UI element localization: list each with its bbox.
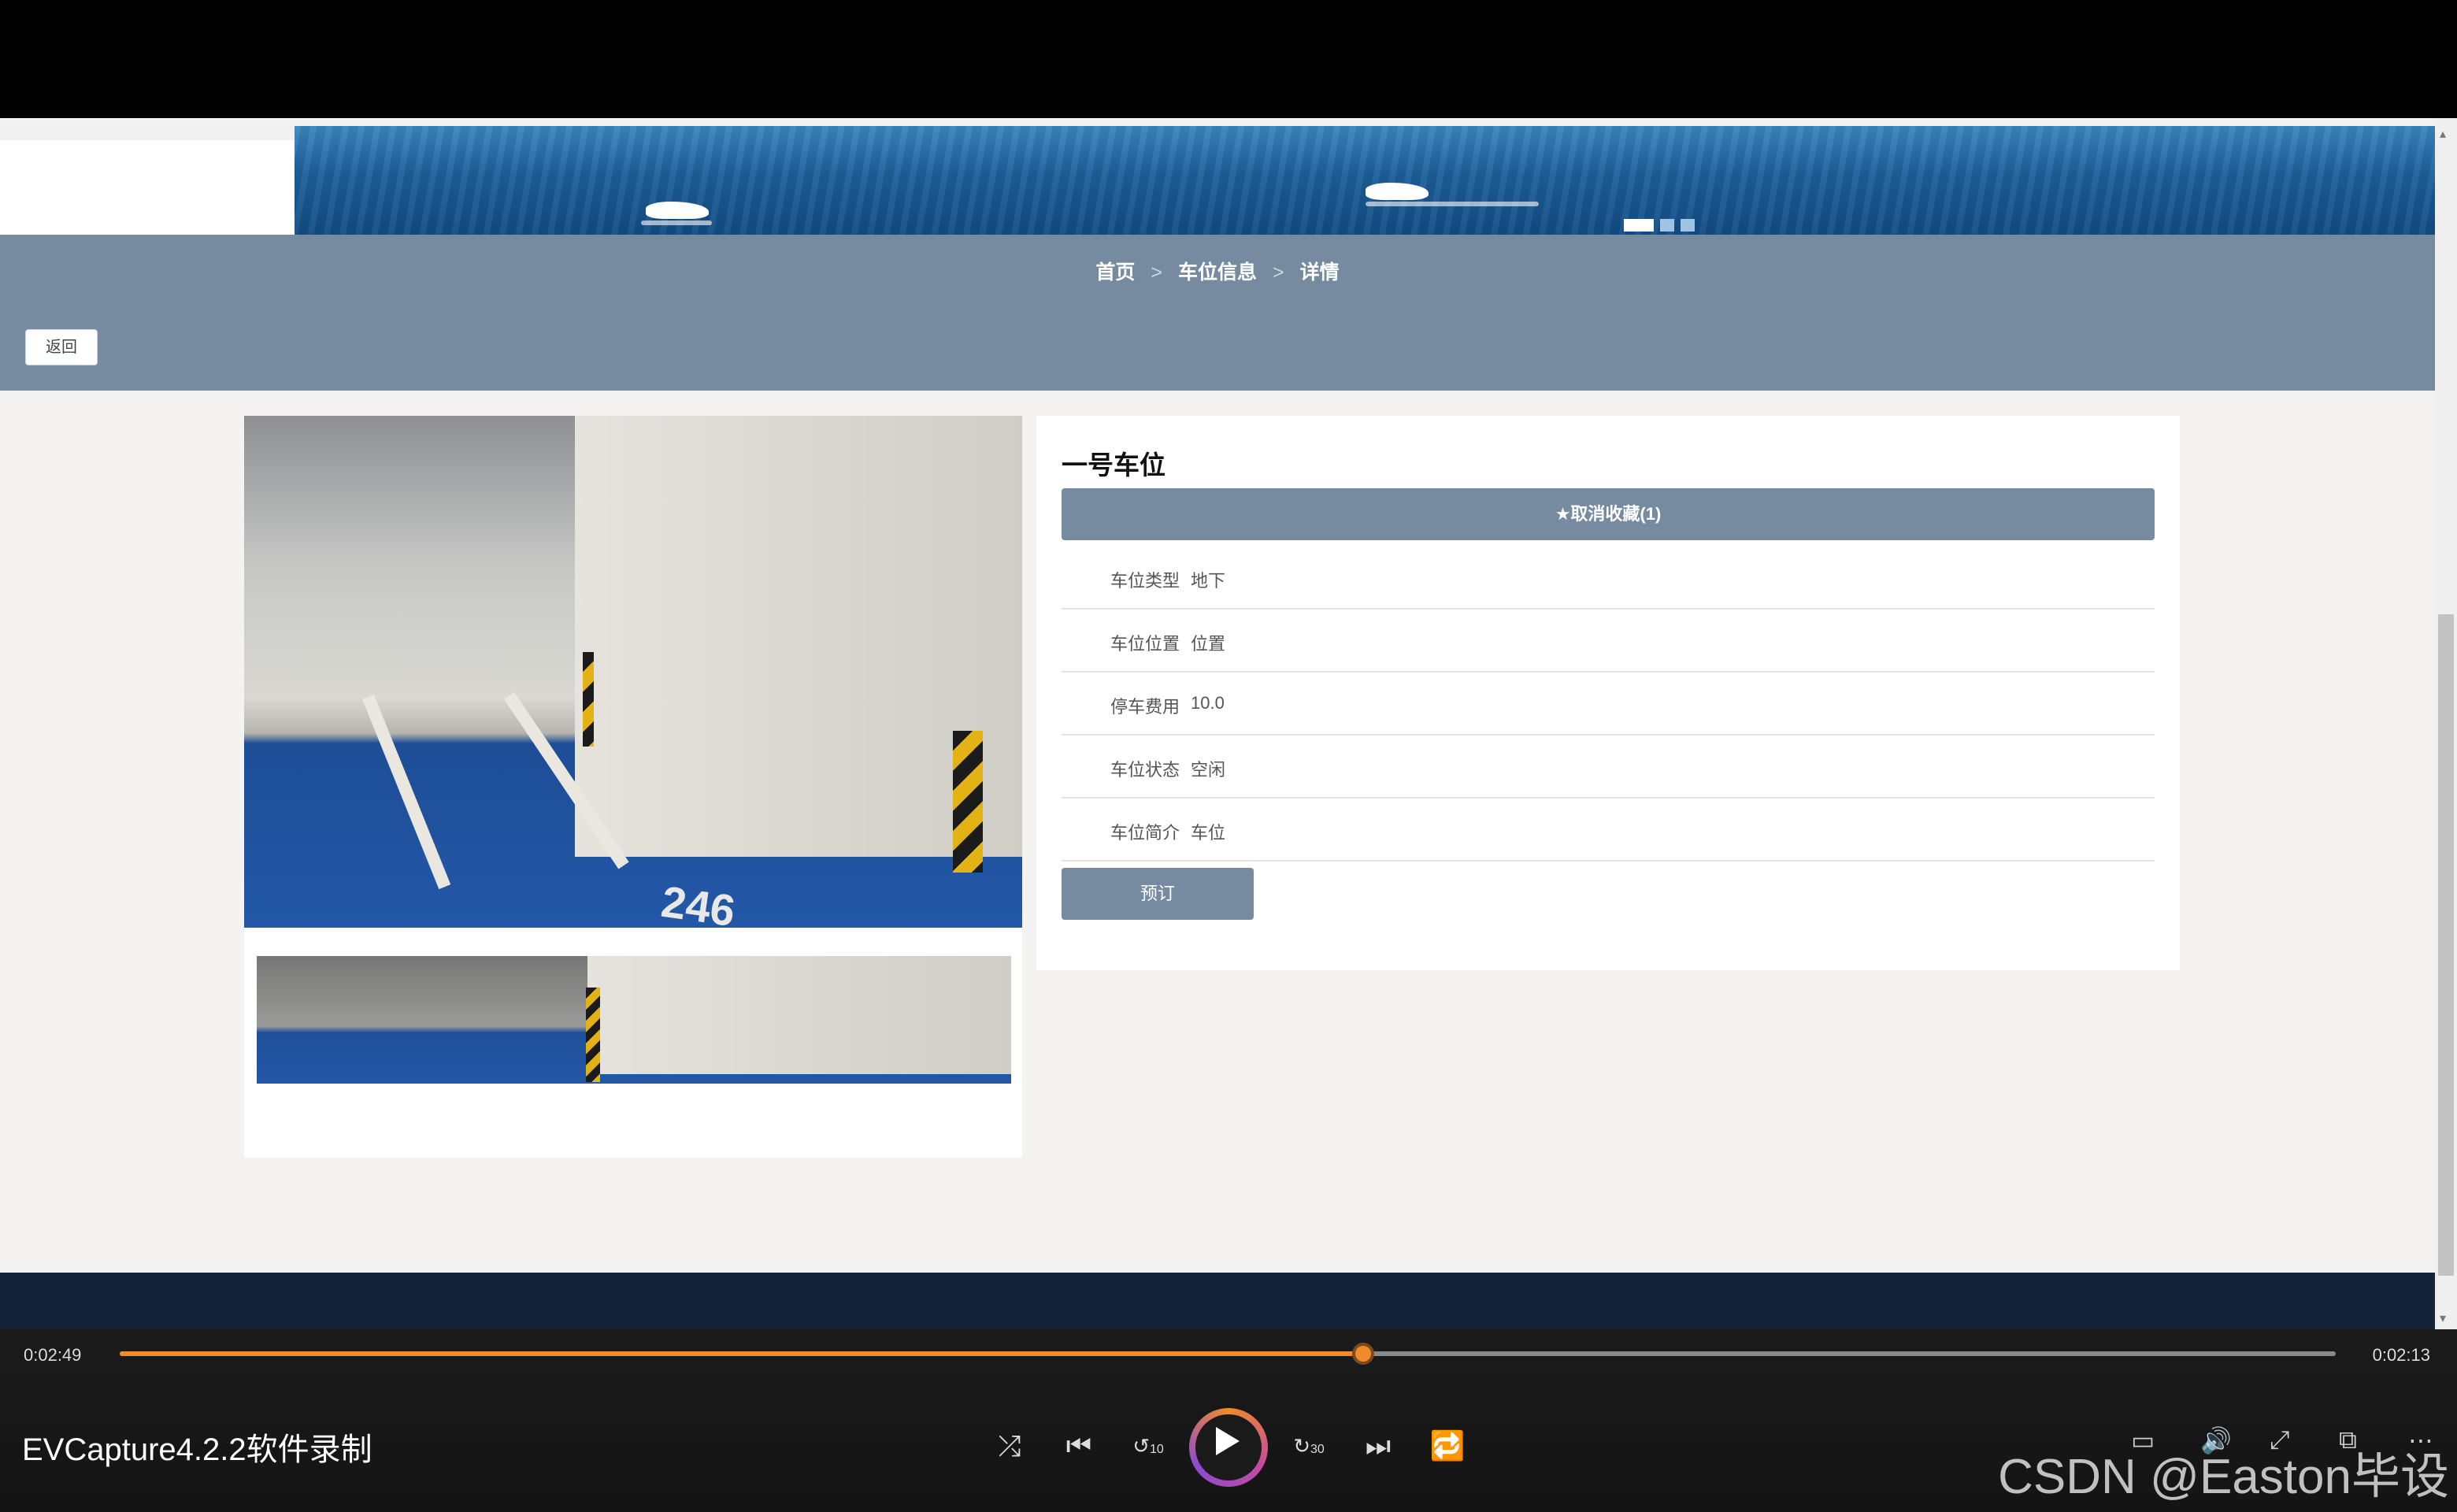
scroll-down-icon[interactable]: ▾ xyxy=(2440,1310,2446,1326)
photo-gallery: 246 xyxy=(244,416,1022,1158)
breadcrumb-separator: > xyxy=(1151,261,1162,284)
thumbnail-hazard-post xyxy=(586,988,600,1082)
hero-banner[interactable] xyxy=(295,126,2435,235)
breadcrumb-band: 首页 > 车位信息 > 详情 返回 xyxy=(0,235,2435,391)
info-row-type: 车位类型 地下 xyxy=(1062,547,2155,610)
thumbnail-wall xyxy=(587,956,1011,1074)
info-label: 车位简介 xyxy=(1110,823,1180,843)
detail-panel: 一号车位 ★取消收藏(1) 车位类型 地下 车位位置 位置 停车费用 10.0 … xyxy=(1036,416,2180,970)
page-title: 一号车位 xyxy=(1062,450,1166,480)
info-row-status: 车位状态 空闲 xyxy=(1062,736,2155,799)
info-label: 车位状态 xyxy=(1110,760,1180,780)
page-scrollbar[interactable]: ▴ ▾ xyxy=(2435,118,2457,1329)
next-track-icon[interactable]: ⏭ xyxy=(1354,1422,1402,1469)
hazard-post xyxy=(953,731,983,873)
thumbnail-photo[interactable] xyxy=(257,956,1011,1084)
seek-progress xyxy=(120,1351,1363,1356)
banner-dot-3[interactable] xyxy=(1681,219,1695,232)
breadcrumb-section[interactable]: 车位信息 xyxy=(1178,261,1257,284)
banner-dot-1[interactable] xyxy=(1624,219,1654,232)
info-value: 10.0 xyxy=(1191,693,1225,713)
boat-wake xyxy=(641,220,712,225)
parking-line xyxy=(362,695,451,890)
seek-bar[interactable] xyxy=(120,1343,2336,1365)
previous-track-icon[interactable]: ⏮ xyxy=(1055,1422,1102,1469)
watermark: CSDN @Easton毕设 xyxy=(1998,1450,2449,1504)
top-black-bar xyxy=(0,0,2457,118)
seek-handle[interactable] xyxy=(1351,1343,1374,1365)
scroll-up-icon[interactable]: ▴ xyxy=(2440,126,2446,142)
forward-30-icon[interactable]: ↻30 xyxy=(1285,1422,1332,1469)
info-label: 停车费用 xyxy=(1110,697,1180,717)
info-row-fee: 停车费用 10.0 xyxy=(1062,673,2155,736)
banner-left-blank xyxy=(0,140,295,235)
back-button[interactable]: 返回 xyxy=(25,329,98,365)
breadcrumb: 首页 > 车位信息 > 详情 xyxy=(0,257,2435,285)
play-button[interactable] xyxy=(1189,1408,1268,1487)
shuffle-icon[interactable]: ⤮ xyxy=(986,1422,1033,1469)
breadcrumb-separator: > xyxy=(1273,261,1284,284)
scrollbar-thumb[interactable] xyxy=(2438,614,2454,1276)
unfavorite-button[interactable]: ★取消收藏(1) xyxy=(1062,488,2155,540)
info-value: 位置 xyxy=(1191,634,1226,654)
info-row-location: 车位位置 位置 xyxy=(1062,610,2155,673)
page-footer xyxy=(0,1273,2435,1329)
breadcrumb-current: 详情 xyxy=(1299,261,1340,284)
info-row-intro: 车位简介 车位 xyxy=(1062,799,2155,862)
info-label: 车位类型 xyxy=(1110,571,1180,591)
banner-left-strip xyxy=(0,126,295,140)
banner-pagination xyxy=(1624,219,1695,232)
sea-texture xyxy=(295,126,2435,235)
info-value: 空闲 xyxy=(1191,760,1226,780)
rewind-10-icon[interactable]: ↺10 xyxy=(1125,1422,1172,1469)
repeat-off-icon[interactable]: 🔁 xyxy=(1424,1422,1471,1469)
elapsed-time: 0:02:49 xyxy=(24,1345,82,1365)
total-time: 0:02:13 xyxy=(2372,1345,2430,1365)
recorder-label: EVCapture4.2.2软件录制 xyxy=(22,1432,372,1467)
video-player-controls: 0:02:49 0:02:13 EVCapture4.2.2软件录制 ⤮ ⏮ ↺… xyxy=(0,1329,2457,1512)
play-icon xyxy=(1216,1427,1240,1455)
main-photo[interactable]: 246 xyxy=(244,416,1022,928)
forward-seconds: 30 xyxy=(1310,1443,1325,1456)
info-label: 车位位置 xyxy=(1110,634,1180,654)
breadcrumb-home[interactable]: 首页 xyxy=(1095,261,1135,284)
boat-wake xyxy=(1366,202,1539,206)
info-value: 地下 xyxy=(1191,571,1226,591)
reserve-button[interactable]: 预订 xyxy=(1062,868,1254,920)
banner-dot-2[interactable] xyxy=(1660,219,1674,232)
info-value: 车位 xyxy=(1191,823,1226,843)
photo-number: 246 xyxy=(658,876,739,928)
hazard-post xyxy=(583,652,594,747)
web-page: ◂ 首页>车位信息>详情 返回 246 xyxy=(0,118,2435,1329)
rewind-seconds: 10 xyxy=(1150,1443,1164,1456)
